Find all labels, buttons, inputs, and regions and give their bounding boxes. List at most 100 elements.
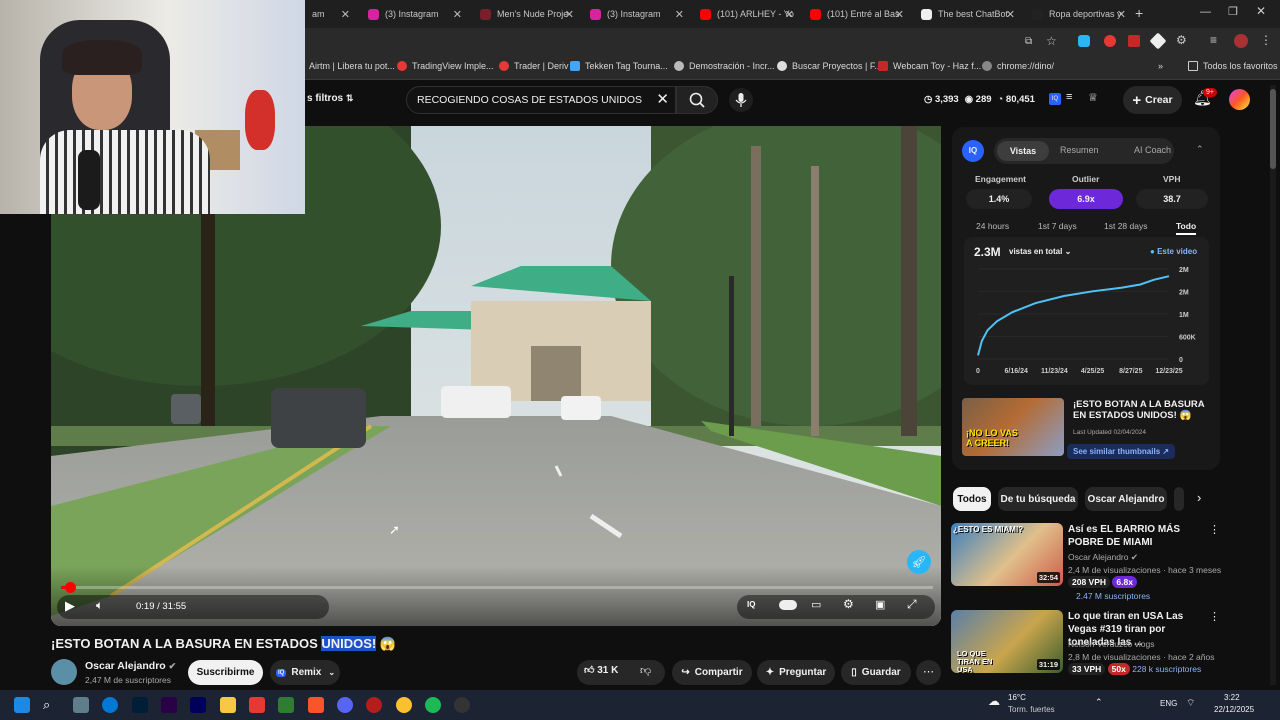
- new-tab-button[interactable]: +: [1135, 5, 1143, 21]
- trophy-icon[interactable]: ♕: [1088, 91, 1098, 104]
- related-thumbnail[interactable]: LO QUE TIRAN EN USA 31:19: [951, 610, 1063, 673]
- after-effects-icon[interactable]: [190, 697, 206, 713]
- vidiq-player-icon[interactable]: IQ: [747, 600, 755, 609]
- bookmark-star-icon[interactable]: ☆: [1046, 34, 1057, 48]
- weather-temp[interactable]: 16°C: [1008, 693, 1026, 702]
- edge-icon[interactable]: [102, 697, 118, 713]
- obs-icon[interactable]: [454, 697, 470, 713]
- puzzle-icon[interactable]: ⚙: [1176, 33, 1187, 47]
- tab-close-icon[interactable]: ✕: [1006, 8, 1015, 21]
- play-button[interactable]: ▶: [65, 598, 75, 614]
- browser-tab[interactable]: (101) Entré al Bas ✕: [804, 4, 910, 24]
- collapse-icon[interactable]: ⌃: [1196, 144, 1204, 155]
- browser-tab[interactable]: Men's Nude Proje ✕: [474, 4, 580, 24]
- browser-tab[interactable]: (3) Instagram ✕: [362, 4, 468, 24]
- views-total-dropdown[interactable]: vistas en total ⌄: [1009, 247, 1071, 256]
- filters-button[interactable]: s filtros ⇅: [307, 93, 353, 104]
- extension-icon[interactable]: [1128, 35, 1140, 47]
- taskbar-app-icon[interactable]: [366, 697, 382, 713]
- related-menu-icon[interactable]: ⋮: [1209, 523, 1220, 536]
- chip-more[interactable]: [1174, 487, 1184, 511]
- browser-tab[interactable]: Ropa deportivas y ✕: [1026, 4, 1132, 24]
- scrubber-handle[interactable]: [64, 582, 76, 593]
- close-window-icon[interactable]: ✕: [1256, 4, 1266, 18]
- language-indicator[interactable]: ENG: [1160, 699, 1177, 708]
- photoshop-icon[interactable]: [132, 697, 148, 713]
- weather-icon[interactable]: ☁: [988, 694, 1000, 708]
- browser-tab[interactable]: (3) Instagram ✕: [584, 4, 690, 24]
- page-scrollbar[interactable]: [1270, 85, 1276, 685]
- search-box[interactable]: RECOGIENDO COSAS DE ESTADOS UNIDOS ✕: [406, 86, 676, 114]
- related-video[interactable]: LO QUE TIRAN EN USA 31:19 Lo que tiran e…: [951, 610, 1221, 690]
- profile-avatar[interactable]: [1234, 34, 1248, 48]
- voice-search-button[interactable]: [729, 88, 753, 112]
- tray-overflow-icon[interactable]: ⌃: [1095, 697, 1103, 708]
- tab-vistas[interactable]: Vistas: [997, 141, 1049, 161]
- menu-lines-icon[interactable]: ≡: [1210, 33, 1217, 47]
- discord-icon[interactable]: [337, 697, 353, 713]
- range-7d[interactable]: 1st 7 days: [1038, 221, 1077, 231]
- bookmark-item[interactable]: Tekken Tag Tourna...: [570, 61, 668, 71]
- related-channel[interactable]: Nelson Verduzco vlogs: [1068, 639, 1154, 649]
- tab-close-icon[interactable]: ✕: [895, 8, 904, 21]
- windows-start-icon[interactable]: [14, 697, 30, 713]
- scrollbar-thumb[interactable]: [1270, 89, 1276, 169]
- tab-close-icon[interactable]: ✕: [1117, 8, 1126, 21]
- clock-time[interactable]: 3:22: [1224, 693, 1240, 702]
- bookmark-item[interactable]: Demostración - Incr...: [674, 61, 775, 71]
- chip-from-search[interactable]: De tu búsqueda: [998, 487, 1078, 511]
- related-title[interactable]: Así es EL BARRIO MÁS POBRE DE MIAMI: [1068, 523, 1208, 549]
- progress-bar[interactable]: [61, 582, 933, 593]
- save-button[interactable]: ▯ Guardar: [841, 660, 911, 685]
- maximize-icon[interactable]: ❐: [1228, 5, 1238, 18]
- more-actions-button[interactable]: ⋯: [916, 660, 941, 685]
- bookmarks-overflow-icon[interactable]: »: [1158, 61, 1163, 71]
- tab-resumen[interactable]: Resumen: [1060, 145, 1099, 155]
- subscribe-button[interactable]: Suscribirme: [188, 660, 263, 685]
- brave-icon[interactable]: [308, 697, 324, 713]
- autoplay-toggle[interactable]: [779, 600, 797, 610]
- share-button[interactable]: ↪ Compartir: [672, 660, 752, 685]
- miniplayer-icon[interactable]: ▣: [875, 598, 885, 611]
- tab-close-icon[interactable]: ✕: [675, 8, 684, 21]
- range-24h[interactable]: 24 hours: [976, 221, 1009, 231]
- browser-tab[interactable]: am ✕: [306, 4, 356, 24]
- chip-all[interactable]: Todos: [953, 487, 991, 511]
- file-explorer-icon[interactable]: [220, 697, 236, 713]
- bookmark-item[interactable]: Webcam Toy - Haz f...: [878, 61, 981, 71]
- channel-avatar[interactable]: [51, 659, 77, 685]
- bookmark-item[interactable]: Airtm | Libera tu pot...: [309, 61, 395, 71]
- chrome-icon[interactable]: [396, 697, 412, 713]
- list-icon[interactable]: ≡: [1066, 91, 1072, 103]
- card-thumbnail[interactable]: ¡NO LO VAS A CREER!: [962, 398, 1064, 456]
- settings-gear-icon[interactable]: ⚙: [843, 597, 854, 611]
- premiere-icon[interactable]: [161, 697, 177, 713]
- subtitles-icon[interactable]: ▭: [811, 598, 821, 611]
- rocket-icon[interactable]: 🚀︎: [907, 550, 931, 574]
- browser-tab[interactable]: (101) ARLHEY - Yo ✕: [694, 4, 800, 24]
- bookmark-item[interactable]: Trader | Deriv: [499, 61, 569, 71]
- tab-close-icon[interactable]: ✕: [785, 8, 794, 21]
- clock-date[interactable]: 22/12/2025: [1214, 705, 1254, 714]
- range-28d[interactable]: 1st 28 days: [1104, 221, 1147, 231]
- bookmark-item[interactable]: TradingView Imple...: [397, 61, 494, 71]
- related-video[interactable]: ¿ESTO ES MIAMI? 32:54 Así es EL BARRIO M…: [951, 523, 1221, 603]
- cast-icon[interactable]: ⧉: [1025, 36, 1032, 47]
- like-button[interactable]: 👍︎ 31 K: [584, 664, 618, 676]
- create-button[interactable]: + Crear: [1123, 86, 1182, 114]
- clear-search-icon[interactable]: ✕: [656, 90, 669, 108]
- tab-close-icon[interactable]: ✕: [565, 8, 574, 21]
- bookmark-item[interactable]: chrome://dino/: [982, 61, 1054, 71]
- extension-icon[interactable]: [1104, 35, 1116, 47]
- dislike-button[interactable]: 👎︎: [640, 664, 651, 677]
- fullscreen-icon[interactable]: ⤢: [907, 597, 917, 612]
- bookmark-item[interactable]: Buscar Proyectos | F...: [777, 61, 882, 71]
- extension-icon[interactable]: [1078, 35, 1090, 47]
- vidiq-icon[interactable]: IQ: [1049, 93, 1061, 105]
- browser-tab[interactable]: The best ChatBot ✕: [915, 4, 1021, 24]
- xbox-icon[interactable]: [278, 697, 294, 713]
- taskbar-app-icon[interactable]: [73, 697, 89, 713]
- tab-ai-coach[interactable]: AI Coach: [1134, 145, 1171, 155]
- spotify-icon[interactable]: [425, 697, 441, 713]
- tab-close-icon[interactable]: ✕: [453, 8, 462, 21]
